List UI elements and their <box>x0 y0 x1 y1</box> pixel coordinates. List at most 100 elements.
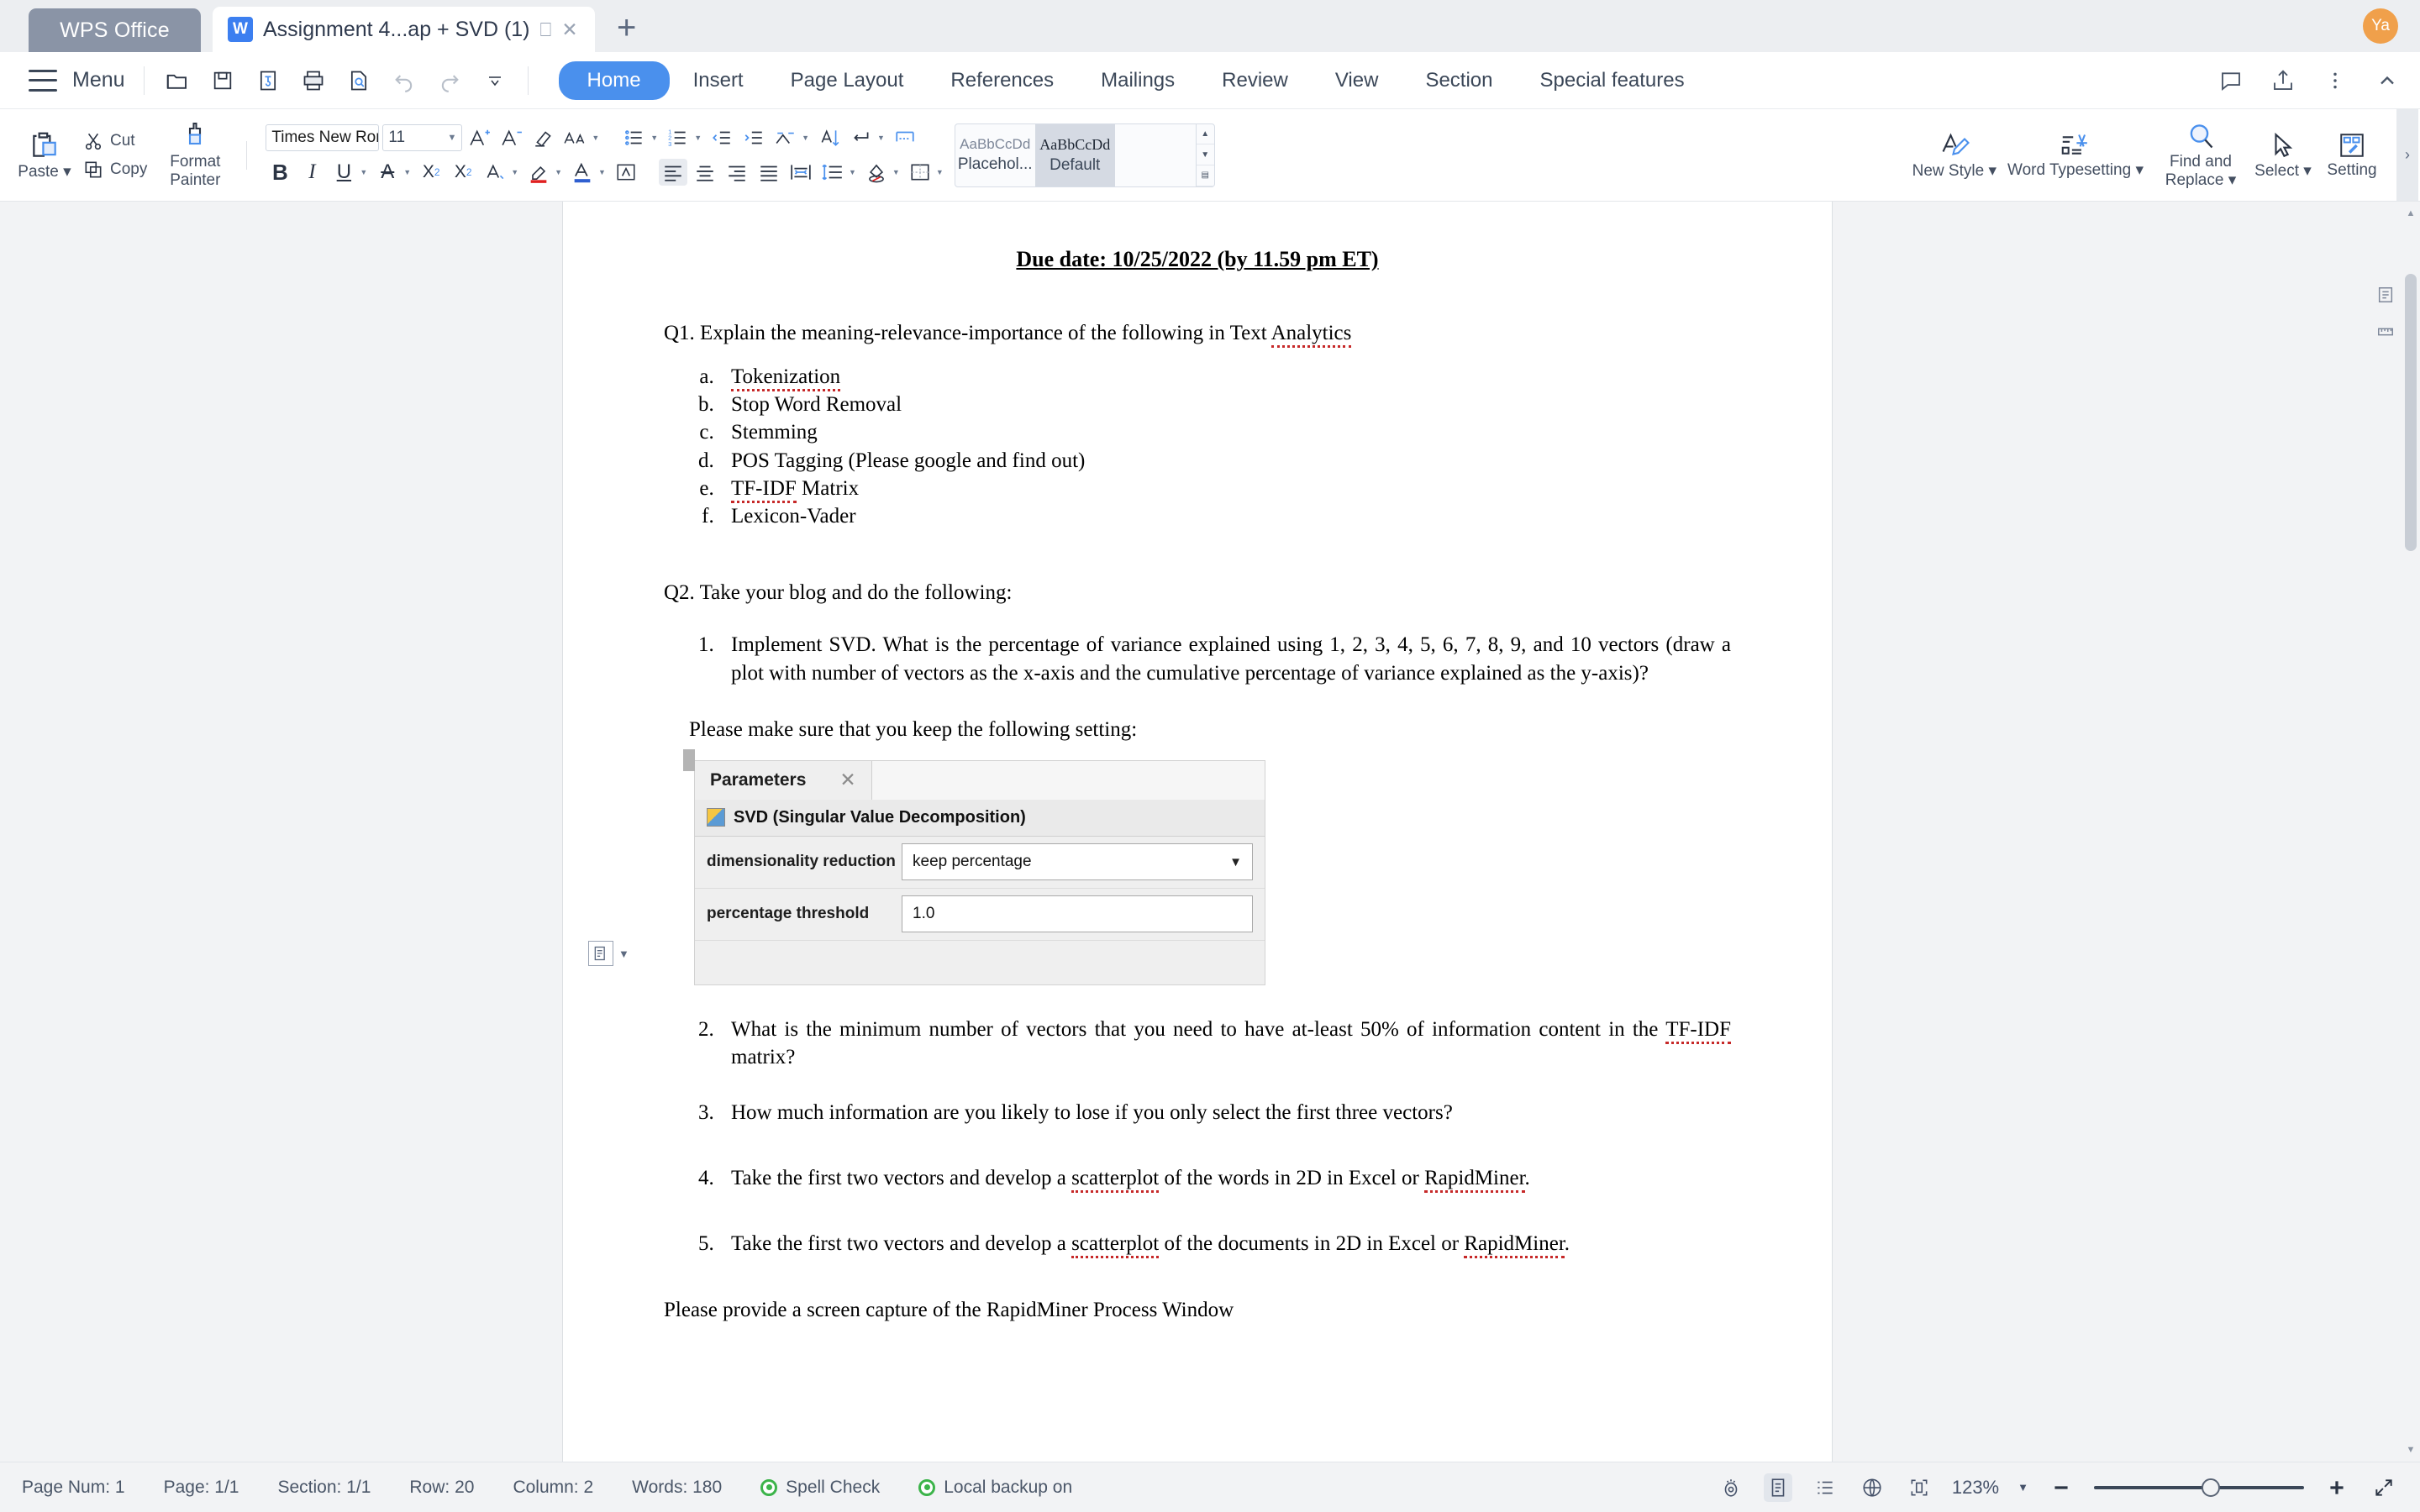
avatar[interactable]: Ya <box>2363 8 2398 44</box>
style-placeholder[interactable]: AaBbCcDd Placehol... <box>955 124 1035 186</box>
italic-button[interactable]: I <box>297 159 326 186</box>
undo-icon[interactable] <box>390 66 418 95</box>
wps-office-badge[interactable]: WPS Office <box>29 8 201 52</box>
paste-button[interactable]: Paste ▾ <box>12 129 77 181</box>
text-effects-icon[interactable] <box>481 159 509 186</box>
ruler-toggle-icon[interactable] <box>2373 319 2398 344</box>
redo-icon[interactable] <box>435 66 464 95</box>
chevron-down-icon[interactable]: ▼ <box>849 168 856 176</box>
new-tab-plus-icon[interactable]: + <box>617 9 636 47</box>
shading-color-icon[interactable] <box>862 159 891 186</box>
tab-home[interactable]: Home <box>558 60 670 100</box>
menu-button[interactable]: Menu <box>72 68 125 92</box>
document-body[interactable]: Due date: 10/25/2022 (by 11.59 pm ET) Q1… <box>563 202 1832 1325</box>
format-painter-button[interactable]: Format Painter <box>162 121 228 190</box>
local-backup-toggle[interactable]: Local backup on <box>918 1478 1072 1498</box>
settings-button[interactable]: Setting <box>2319 131 2385 180</box>
show-formatting-marks-icon[interactable] <box>847 124 876 151</box>
save-as-icon[interactable] <box>254 66 282 95</box>
style-gallery-scroll[interactable]: ▲ ▼ ▤ <box>1195 123 1214 186</box>
chevron-down-icon[interactable]: ▼ <box>360 168 367 176</box>
page-navigation-icon[interactable] <box>2373 282 2398 307</box>
close-icon[interactable]: ✕ <box>839 769 855 791</box>
vertical-scrollbar[interactable]: ▲ ▼ <box>2402 202 2420 1462</box>
line-spacing-icon[interactable] <box>818 159 847 186</box>
justify-icon[interactable] <box>755 159 783 186</box>
more-options-icon[interactable] <box>2321 66 2349 95</box>
fit-page-icon[interactable] <box>1905 1473 1933 1502</box>
outline-view-icon[interactable] <box>1811 1473 1839 1502</box>
zoom-in-icon[interactable] <box>2323 1473 2351 1502</box>
chevron-down-icon[interactable]: ▼ <box>592 134 599 142</box>
chevron-down-icon[interactable]: ▼ <box>694 134 702 142</box>
new-style-button[interactable]: New Style ▾ <box>1912 130 1996 181</box>
tab-view[interactable]: View <box>1312 61 1402 100</box>
align-center-icon[interactable] <box>691 159 719 186</box>
open-file-icon[interactable] <box>163 66 192 95</box>
zoom-slider-handle[interactable] <box>2202 1478 2220 1497</box>
distribute-text-icon[interactable] <box>786 159 815 186</box>
numbered-list-icon[interactable]: 123 <box>664 124 692 151</box>
subscript-button[interactable]: X2 <box>449 159 477 186</box>
chevron-down-icon[interactable]: ▼ <box>1229 855 1242 869</box>
parameters-panel-image[interactable]: Parameters ✕ SVD (Singular Value Decompo… <box>683 748 1265 985</box>
bullet-list-icon[interactable] <box>620 124 649 151</box>
word-typesetting-button[interactable]: Word Typesetting ▾ <box>2000 131 2151 180</box>
print-preview-icon[interactable] <box>345 66 373 95</box>
chevron-down-icon[interactable]: ▼ <box>650 134 658 142</box>
scrollbar-thumb[interactable] <box>2405 274 2417 551</box>
tab-section[interactable]: Section <box>1402 61 1516 100</box>
font-size-input[interactable]: 11 ▼ <box>382 124 463 151</box>
character-border-icon[interactable] <box>612 159 640 186</box>
tab-page-layout[interactable]: Page Layout <box>767 61 928 100</box>
style-gallery[interactable]: AaBbCcDd Placehol... AaBbCcDd Default ▲ … <box>954 123 1215 187</box>
select-button[interactable]: Select ▾ <box>2250 130 2316 181</box>
cut-button[interactable]: Cut <box>82 130 147 152</box>
zoom-level-label[interactable]: 123% <box>1952 1477 1999 1499</box>
scroll-up-icon[interactable]: ▲ <box>2404 207 2417 220</box>
dimensionality-reduction-dropdown[interactable]: keep percentage ▼ <box>902 843 1253 880</box>
clear-formatting-icon[interactable] <box>529 124 558 151</box>
chevron-down-icon[interactable]: ▼ <box>555 168 562 176</box>
style-scroll-up-icon[interactable]: ▲ <box>1196 124 1214 145</box>
align-right-icon[interactable] <box>723 159 751 186</box>
borders-icon[interactable] <box>906 159 934 186</box>
style-gallery-expand-icon[interactable]: ▤ <box>1196 165 1214 186</box>
underline-button[interactable]: U <box>329 159 358 186</box>
zoom-out-icon[interactable] <box>2047 1473 2075 1502</box>
document-tab[interactable]: W Assignment 4...ap + SVD (1) ⎕ ✕ <box>213 7 595 52</box>
spell-check-toggle[interactable]: Spell Check <box>760 1478 880 1498</box>
collapse-ribbon-icon[interactable] <box>2373 66 2402 95</box>
tab-insert[interactable]: Insert <box>670 61 767 100</box>
style-default[interactable]: AaBbCcDd Default <box>1034 123 1115 186</box>
comment-icon[interactable] <box>2217 66 2245 95</box>
chevron-down-icon[interactable]: ▼ <box>2018 1481 2028 1494</box>
chevron-down-icon[interactable]: ▼ <box>511 168 518 176</box>
close-icon[interactable]: ✕ <box>561 18 577 41</box>
highlight-color-icon[interactable] <box>524 159 553 186</box>
tab-mailings[interactable]: Mailings <box>1077 61 1198 100</box>
tab-references[interactable]: References <box>927 61 1077 100</box>
increase-indent-icon[interactable] <box>739 124 768 151</box>
web-view-icon[interactable] <box>1858 1473 1886 1502</box>
find-and-replace-button[interactable]: Find and Replace ▾ <box>2154 121 2247 190</box>
page-view-icon[interactable] <box>1763 1473 1792 1502</box>
fullscreen-icon[interactable] <box>2370 1473 2398 1502</box>
presentation-icon[interactable]: ⎕ <box>540 18 552 41</box>
chevron-down-icon[interactable]: ▼ <box>892 168 900 176</box>
zoom-slider[interactable] <box>2094 1478 2304 1497</box>
paragraph-spacing-icon[interactable] <box>891 124 919 151</box>
chevron-down-icon[interactable]: ▼ <box>618 948 629 960</box>
save-icon[interactable] <box>208 66 237 95</box>
shrink-font-icon[interactable] <box>497 124 526 151</box>
percentage-threshold-input[interactable]: 1.0 <box>902 895 1253 932</box>
image-selection-handle[interactable] <box>683 748 695 771</box>
sort-icon[interactable] <box>815 124 844 151</box>
chevron-down-icon[interactable]: ▼ <box>877 134 885 142</box>
strikethrough-button[interactable]: A <box>373 159 402 186</box>
hamburger-menu-icon[interactable] <box>29 69 57 92</box>
tab-special-features[interactable]: Special features <box>1517 61 1708 100</box>
grow-font-icon[interactable] <box>466 124 494 151</box>
paste-options-floating-button[interactable]: ▼ <box>588 941 629 966</box>
tab-review[interactable]: Review <box>1198 61 1312 100</box>
